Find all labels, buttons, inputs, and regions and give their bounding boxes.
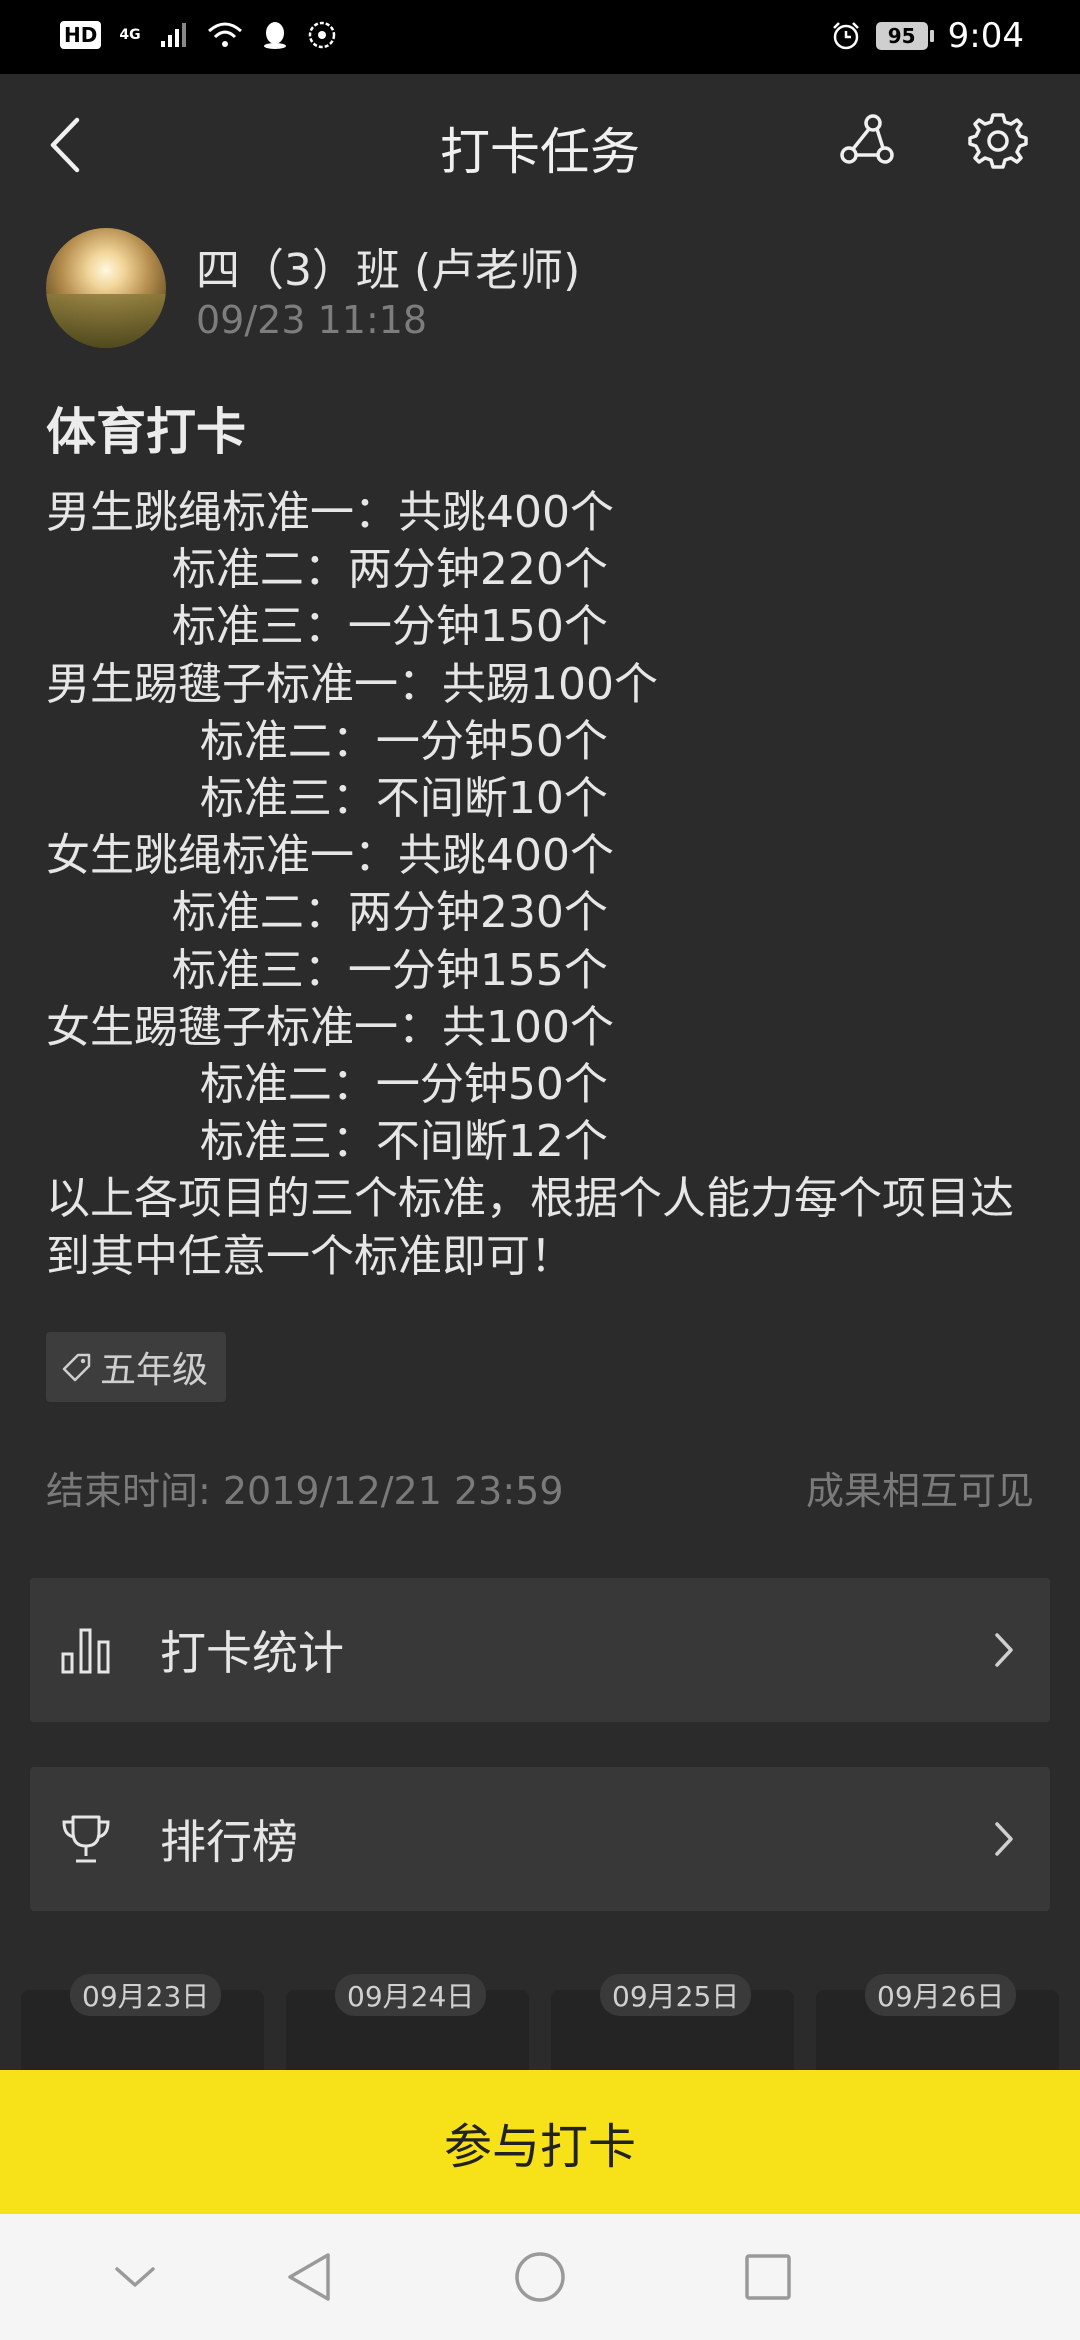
status-right: 95 9:04 (830, 16, 1024, 56)
share-button[interactable] (832, 106, 902, 176)
checkin-stats-label: 打卡统计 (160, 1626, 344, 1680)
status-bar: HD 4G 95 9:04 (0, 0, 1080, 74)
date-label: 09月24日 (335, 1974, 487, 2016)
leaderboard-row[interactable]: 排行榜 (30, 1767, 1050, 1911)
join-checkin-button[interactable]: 参与打卡 (0, 2070, 1080, 2214)
checkin-stats-row[interactable]: 打卡统计 (30, 1578, 1050, 1722)
description-line: 标准三：不间断10个 (46, 773, 608, 825)
nav-hide-button[interactable] (102, 2244, 168, 2310)
nav-recents-button[interactable] (735, 2244, 801, 2310)
date-label: 09月26日 (865, 1974, 1017, 2016)
description-line: 标准三：一分钟150个 (46, 601, 608, 653)
grade-tag[interactable]: 五年级 (46, 1332, 227, 1402)
description-line: 标准二：两分钟220个 (46, 544, 608, 596)
chevron-right-icon (984, 1625, 1024, 1675)
end-time: 结束时间: 2019/12/21 23:59 (46, 1469, 564, 1513)
avatar[interactable] (46, 228, 166, 348)
hd-badge: HD (60, 21, 102, 49)
visibility-note: 成果相互可见 (805, 1469, 1034, 1513)
description-line: 标准二：两分钟230个 (46, 887, 608, 939)
description-note: 以上各项目的三个标准，根据个人能力每个项目达到其中任意一个标准即可！ (46, 1173, 1014, 1282)
nav-home-button[interactable] (507, 2244, 573, 2310)
leaderboard-label: 排行榜 (160, 1815, 298, 1869)
battery-tip (929, 30, 934, 42)
gear-icon (968, 113, 1028, 169)
chevron-down-icon (115, 2267, 155, 2287)
signal-icon (160, 23, 186, 47)
tag-icon (62, 1353, 91, 1382)
description-line: 标准二：一分钟50个 (46, 715, 608, 767)
network-type: 4G (119, 27, 141, 43)
tag-label: 五年级 (100, 1350, 209, 1391)
wifi-icon (207, 22, 242, 47)
qq-icon (263, 22, 286, 49)
system-nav-bar (0, 2214, 1080, 2340)
bar-chart-icon (56, 1620, 116, 1680)
app-notification-icon (308, 21, 335, 49)
description-line: 男生踢毽子标准一：共踢100个 (46, 658, 658, 710)
status-left: HD 4G (60, 20, 337, 50)
description-line: 标准二：一分钟50个 (46, 1059, 608, 1111)
author-name: 四（3）班 (卢老师) (196, 245, 581, 296)
date-label: 09月25日 (600, 1974, 752, 2016)
page-title: 打卡任务 (440, 123, 640, 181)
circle-home-icon (515, 2252, 565, 2302)
title-bar: 打卡任务 (0, 74, 1080, 214)
settings-button[interactable] (963, 106, 1033, 176)
clock: 9:04 (947, 16, 1024, 56)
avatar-image (46, 294, 166, 348)
trophy-icon (56, 1809, 116, 1869)
battery-indicator: 95 (875, 22, 934, 50)
post-time: 09/23 11:18 (196, 298, 428, 342)
description-line: 标准三：一分钟155个 (46, 944, 608, 996)
date-label: 09月23日 (70, 1974, 222, 2016)
chevron-right-icon (984, 1814, 1024, 1864)
nav-back-button[interactable] (276, 2244, 342, 2310)
description-line: 女生跳绳标准一：共跳400个 (46, 830, 614, 882)
square-recents-icon (745, 2254, 791, 2300)
description-line: 男生跳绳标准一：共跳400个 (46, 487, 614, 538)
task-description: 男生跳绳标准一：共跳400个 标准二：两分钟220个 标准三：一分钟150个 男… (46, 484, 1036, 1285)
task-title: 体育打卡 (46, 403, 246, 461)
triangle-back-icon (288, 2253, 330, 2301)
description-line: 女生踢毽子标准一：共100个 (46, 1001, 614, 1053)
battery-level: 95 (875, 22, 928, 50)
share-icon (840, 114, 894, 164)
alarm-icon (832, 22, 859, 50)
description-line: 标准三：不间断12个 (46, 1116, 608, 1168)
